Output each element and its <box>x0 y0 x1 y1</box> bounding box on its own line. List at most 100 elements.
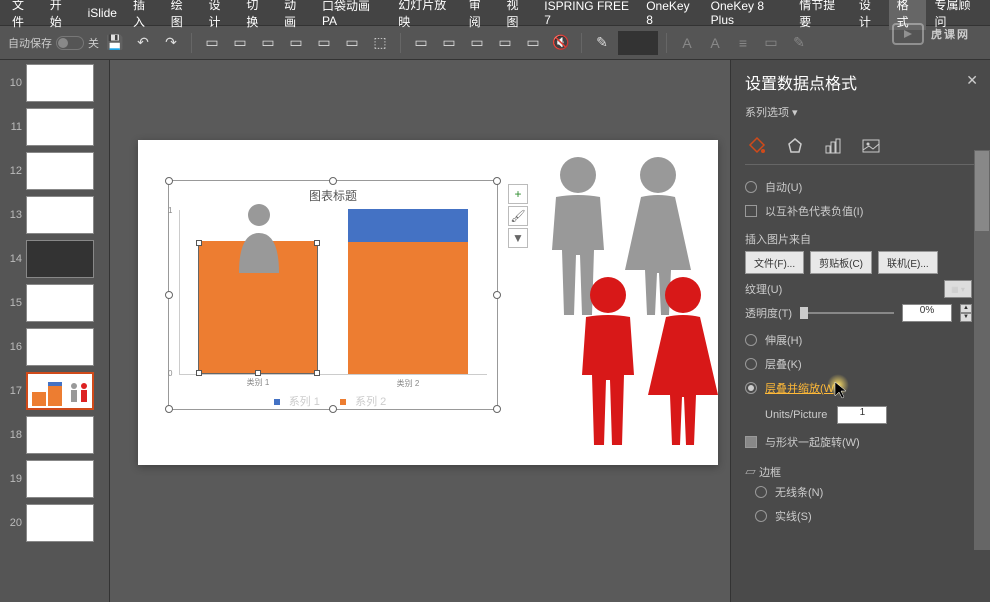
thumb-num: 13 <box>4 209 22 221</box>
thumb-12[interactable] <box>26 152 94 190</box>
texture-label: 纹理(U) <box>745 281 782 297</box>
thumb-14[interactable] <box>26 240 94 278</box>
stretch-radio[interactable]: 伸展(H) <box>745 328 972 352</box>
y-tick: 0 <box>168 369 172 378</box>
thumb-20[interactable] <box>26 504 94 542</box>
chart-filter-icon[interactable]: ▼ <box>508 228 528 248</box>
rotate-checkbox[interactable]: 与形状一起旋转(W) <box>745 430 972 454</box>
slide-canvas[interactable]: 图表标题 1 0 类别 1 类别 2 <box>110 60 730 602</box>
close-icon[interactable]: ✕ <box>966 72 978 89</box>
panel-title: 设置数据点格式 <box>745 70 976 94</box>
font-icon[interactable]: A <box>703 31 727 55</box>
format-data-point-panel: ✕ 设置数据点格式 系列选项 ▾ 自动(U) 以互补色代表负值(I) 插入图片来… <box>730 60 990 602</box>
tool-icon[interactable]: ▭ <box>409 31 433 55</box>
menu-draw[interactable]: 绘图 <box>163 0 201 30</box>
invert-checkbox[interactable]: 以互补色代表负值(I) <box>745 199 972 223</box>
thumb-18[interactable] <box>26 416 94 454</box>
undo-icon[interactable]: ↶ <box>131 31 155 55</box>
thumb-10[interactable] <box>26 64 94 102</box>
transparency-slider[interactable] <box>800 312 894 314</box>
color-swatch-icon[interactable] <box>618 31 658 55</box>
font-icon[interactable]: ≡ <box>731 31 755 55</box>
autosave-toggle[interactable]: 自动保存关 <box>8 35 99 51</box>
thumb-15[interactable] <box>26 284 94 322</box>
units-input[interactable]: 1 <box>837 406 887 424</box>
cursor-icon <box>835 382 847 398</box>
menu-design2[interactable]: 设计 <box>851 0 889 30</box>
fill-tab-icon[interactable] <box>745 134 769 158</box>
thumb-11[interactable] <box>26 108 94 146</box>
menu-slideshow[interactable]: 幻灯片放映 <box>390 0 460 30</box>
bar-cat2[interactable]: 类别 2 <box>348 209 468 374</box>
tool-icon[interactable]: ▭ <box>200 31 224 55</box>
series-options-dropdown[interactable]: 系列选项 ▾ <box>745 104 976 120</box>
panel-scrollbar[interactable] <box>974 150 990 550</box>
file-button[interactable]: 文件(F)... <box>745 251 804 274</box>
chart-object[interactable]: 图表标题 1 0 类别 1 类别 2 <box>168 180 498 410</box>
x-label: 类别 1 <box>199 377 317 388</box>
thumb-num: 16 <box>4 341 22 353</box>
menu-ispring[interactable]: ISPRING FREE 7 <box>536 0 638 27</box>
thumb-num: 11 <box>4 121 22 133</box>
effects-tab-icon[interactable] <box>783 134 807 158</box>
menu-home[interactable]: 开始 <box>42 0 80 30</box>
menu-insert[interactable]: 插入 <box>125 0 163 30</box>
menu-onekey8[interactable]: OneKey 8 <box>638 0 702 27</box>
solid-radio[interactable]: 实线(S) <box>755 504 972 528</box>
person-icon-gray <box>229 203 289 273</box>
menu-islide[interactable]: iSlide <box>80 6 125 20</box>
font-icon[interactable]: ✎ <box>787 31 811 55</box>
sound-icon[interactable]: 🔇 <box>549 31 573 55</box>
tool-icon[interactable]: ▭ <box>256 31 280 55</box>
tool-icon[interactable]: ⬚ <box>368 31 392 55</box>
panel-tabs <box>745 128 976 165</box>
font-color-icon[interactable]: A <box>675 31 699 55</box>
menu-onekey8plus[interactable]: OneKey 8 Plus <box>703 0 792 27</box>
tool-icon[interactable]: ▭ <box>284 31 308 55</box>
thumb-19[interactable] <box>26 460 94 498</box>
chart-add-icon[interactable]: + <box>508 184 528 204</box>
menu-view[interactable]: 视图 <box>499 0 537 30</box>
menu-transition[interactable]: 切换 <box>238 0 276 30</box>
auto-radio[interactable]: 自动(U) <box>745 175 972 199</box>
menu-animation[interactable]: 动画 <box>276 0 314 30</box>
menu-review[interactable]: 审阅 <box>461 0 499 30</box>
transparency-spinner[interactable]: ▲▼ <box>960 304 972 322</box>
menu-design[interactable]: 设计 <box>201 0 239 30</box>
tool-icon[interactable]: ▭ <box>437 31 461 55</box>
stack-radio[interactable]: 层叠(K) <box>745 352 972 376</box>
menu-file[interactable]: 文件 <box>4 0 42 30</box>
redo-icon[interactable]: ↷ <box>159 31 183 55</box>
chart-title[interactable]: 图表标题 <box>169 181 497 210</box>
transparency-input[interactable]: 0% <box>902 304 952 322</box>
thumb-num: 10 <box>4 77 22 89</box>
thumb-17[interactable] <box>26 372 94 410</box>
eyedropper-icon[interactable]: ✎ <box>590 31 614 55</box>
tool-icon[interactable]: ▭ <box>228 31 252 55</box>
noline-radio[interactable]: 无线条(N) <box>755 480 972 504</box>
tool-icon[interactable]: ▭ <box>312 31 336 55</box>
menu-pa[interactable]: 口袋动画 PA <box>314 0 390 28</box>
menu-bar: 文件 开始 iSlide 插入 绘图 设计 切换 动画 口袋动画 PA 幻灯片放… <box>0 0 990 26</box>
texture-picker[interactable]: ▦ ▾ <box>944 280 972 298</box>
save-icon[interactable]: 💾 <box>103 31 127 55</box>
tool-icon[interactable]: ▭ <box>465 31 489 55</box>
menu-storyboard[interactable]: 情节提要 <box>791 0 851 30</box>
online-button[interactable]: 联机(E)... <box>878 251 938 274</box>
tool-icon[interactable]: ▭ <box>521 31 545 55</box>
picture-tab-icon[interactable] <box>859 134 883 158</box>
thumb-num: 17 <box>4 385 22 397</box>
size-tab-icon[interactable] <box>821 134 845 158</box>
chart-brush-icon[interactable]: 🖌 <box>508 206 528 226</box>
clipboard-button[interactable]: 剪贴板(C) <box>810 251 872 274</box>
stack-scale-radio[interactable]: 层叠并缩放(W) <box>745 376 972 400</box>
slide-thumbnails[interactable]: 10 11 12 13 14 15 16 17 18 19 20 <box>0 60 110 602</box>
border-section[interactable]: ▱ 边框 <box>745 464 972 480</box>
tool-icon[interactable]: ▭ <box>493 31 517 55</box>
thumb-16[interactable] <box>26 328 94 366</box>
tool-icon[interactable]: ▭ <box>340 31 364 55</box>
thumb-13[interactable] <box>26 196 94 234</box>
bar-cat1[interactable]: 类别 1 <box>198 242 318 374</box>
font-icon[interactable]: ▭ <box>759 31 783 55</box>
thumb-num: 19 <box>4 473 22 485</box>
